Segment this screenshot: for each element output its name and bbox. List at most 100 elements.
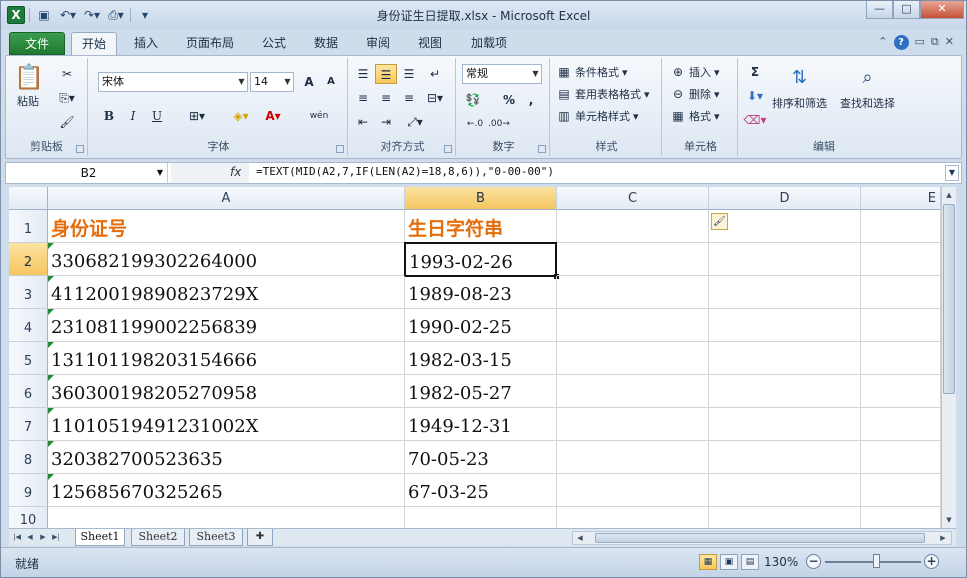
scroll-down-icon[interactable]: ▼ (943, 513, 955, 527)
orientation-icon[interactable]: ⤢▾ (404, 112, 426, 132)
cell-e7[interactable] (861, 408, 941, 441)
cell-a10[interactable] (48, 507, 405, 528)
cell-c4[interactable] (557, 309, 709, 342)
font-name-combo[interactable]: 宋体 ▼ (98, 72, 248, 92)
column-header-e[interactable]: E (861, 187, 941, 210)
cell-e6[interactable] (861, 375, 941, 408)
cell-e3[interactable] (861, 276, 941, 309)
cell-a4[interactable]: 231081199002256839 (48, 309, 405, 342)
doc-minimize-icon[interactable]: ▭ (915, 35, 925, 50)
cell-b9[interactable]: 67-03-25 (405, 474, 557, 507)
tab-page-layout[interactable]: 页面布局 (177, 32, 243, 55)
cell-a6[interactable]: 360300198205270958 (48, 375, 405, 408)
decrease-decimal-icon[interactable]: .00→ (488, 114, 510, 134)
cell-c1[interactable] (557, 210, 709, 243)
merge-center-icon[interactable]: ⊟▾ (424, 88, 446, 108)
column-header-d[interactable]: D (709, 187, 861, 210)
cell-e4[interactable] (861, 309, 941, 342)
cell-c3[interactable] (557, 276, 709, 309)
insert-function-button[interactable]: fx (230, 165, 241, 179)
doc-close-icon[interactable]: ✕ (945, 35, 954, 50)
last-sheet-icon[interactable]: ▶| (50, 531, 62, 544)
tab-insert[interactable]: 插入 (123, 32, 169, 55)
zoom-out-icon[interactable]: − (806, 554, 821, 569)
row-header-1[interactable]: 1 (9, 210, 48, 243)
align-right-icon[interactable]: ≡ (398, 88, 420, 108)
phonetic-button[interactable]: wén (304, 106, 334, 126)
align-bottom-icon[interactable]: ☰ (398, 64, 420, 84)
align-middle-icon[interactable]: ☰ (375, 64, 397, 84)
cell-a3[interactable]: 41120019890823729X (48, 276, 405, 309)
shrink-font-button[interactable]: A (320, 72, 342, 92)
horizontal-scroll-thumb[interactable] (595, 533, 925, 543)
horizontal-scrollbar[interactable]: ◀ ▶ (572, 531, 952, 545)
cell-a5[interactable]: 131101198203154666 (48, 342, 405, 375)
autosum-button[interactable]: Σ (740, 62, 770, 82)
tab-review[interactable]: 审阅 (355, 32, 401, 55)
format-painter-icon[interactable]: 🖌 (56, 112, 78, 132)
sheet-tab-sheet3[interactable]: Sheet3 (189, 529, 243, 546)
scroll-up-icon[interactable]: ▲ (943, 188, 955, 202)
cell-a9[interactable]: 125685670325265 (48, 474, 405, 507)
cell-c10[interactable] (557, 507, 709, 528)
cell-c8[interactable] (557, 441, 709, 474)
cell-b4[interactable]: 1990-02-25 (405, 309, 557, 342)
cell-c5[interactable] (557, 342, 709, 375)
cell-d1[interactable] (709, 210, 861, 243)
vertical-scroll-thumb[interactable] (943, 204, 955, 394)
prev-sheet-icon[interactable]: ◀ (24, 531, 36, 544)
decrease-indent-icon[interactable]: ⇤ (352, 112, 374, 132)
cell-c6[interactable] (557, 375, 709, 408)
number-launcher-icon[interactable] (538, 145, 546, 153)
cell-e9[interactable] (861, 474, 941, 507)
cell-e2[interactable] (861, 243, 941, 276)
sheet-tab-sheet1[interactable]: Sheet1 (75, 529, 125, 546)
row-header-7[interactable]: 7 (9, 408, 48, 441)
delete-cells-button[interactable]: ⊖ 删除 ▾ (670, 86, 720, 102)
tab-addins[interactable]: 加载项 (461, 32, 517, 55)
align-top-icon[interactable]: ☰ (352, 64, 374, 84)
cell-b6[interactable]: 1982-05-27 (405, 375, 557, 408)
cell-e1[interactable] (861, 210, 941, 243)
cut-icon[interactable]: ✂ (56, 64, 78, 84)
conditional-format-button[interactable]: ▦ 条件格式 ▾ (556, 64, 627, 80)
row-header-9[interactable]: 9 (9, 474, 48, 507)
minimize-button[interactable]: — (866, 1, 893, 19)
cell-styles-button[interactable]: ▥ 单元格样式 ▾ (556, 108, 638, 124)
cell-c9[interactable] (557, 474, 709, 507)
row-header-6[interactable]: 6 (9, 375, 48, 408)
next-sheet-icon[interactable]: ▶ (37, 531, 49, 544)
accounting-format-icon[interactable]: 💱 (462, 90, 484, 110)
cell-b1[interactable]: 生日字符串 (405, 210, 557, 243)
italic-button[interactable]: I (122, 106, 144, 126)
cell-a1[interactable]: 身份证号 (48, 210, 405, 243)
number-format-combo[interactable]: 常规 ▼ (462, 64, 542, 84)
format-as-table-button[interactable]: ▤ 套用表格格式 ▾ (556, 86, 649, 102)
cell-d3[interactable] (709, 276, 861, 309)
find-select-button[interactable]: ⌕ 查找和选择 (840, 64, 895, 111)
row-header-3[interactable]: 3 (9, 276, 48, 309)
underline-button[interactable]: U (146, 106, 168, 126)
scroll-right-icon[interactable]: ▶ (937, 532, 949, 544)
cell-d2[interactable] (709, 243, 861, 276)
name-box[interactable]: B2 ▼ (10, 163, 168, 183)
zoom-level[interactable]: 130% (764, 555, 798, 569)
paste-button[interactable]: 📋 粘贴 (14, 62, 44, 109)
cell-a8[interactable]: 320382700523635 (48, 441, 405, 474)
font-color-icon[interactable]: A▾ (262, 106, 284, 126)
zoom-in-icon[interactable]: + (924, 554, 939, 569)
borders-icon[interactable]: ⊞▾ (186, 106, 208, 126)
cell-d4[interactable] (709, 309, 861, 342)
align-left-icon[interactable]: ≡ (352, 88, 374, 108)
font-size-combo[interactable]: 14 ▼ (250, 72, 294, 92)
clear-icon[interactable]: ⌫▾ (740, 110, 770, 130)
tab-data[interactable]: 数据 (303, 32, 349, 55)
row-header-5[interactable]: 5 (9, 342, 48, 375)
clipboard-launcher-icon[interactable] (76, 145, 84, 153)
scroll-left-icon[interactable]: ◀ (574, 532, 586, 544)
cell-e8[interactable] (861, 441, 941, 474)
cell-c7[interactable] (557, 408, 709, 441)
tab-formulas[interactable]: 公式 (251, 32, 297, 55)
grow-font-button[interactable]: A (298, 72, 320, 92)
cell-e10[interactable] (861, 507, 941, 528)
